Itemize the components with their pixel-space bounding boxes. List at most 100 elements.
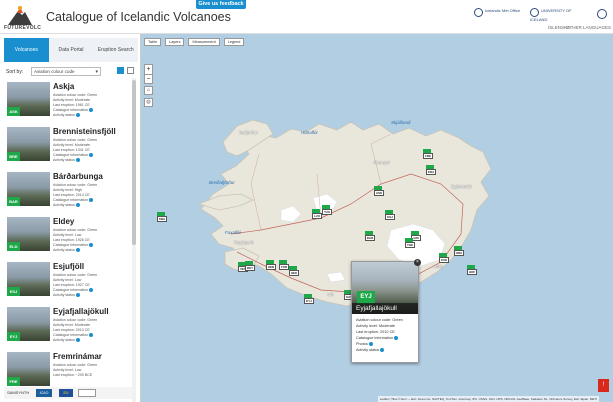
info-icon[interactable] xyxy=(89,153,94,158)
info-icon[interactable] xyxy=(75,203,80,208)
volcano-name[interactable]: Askja xyxy=(53,82,74,91)
volcano-thumbnail[interactable]: BRE xyxy=(7,127,50,161)
grid-view-icon[interactable] xyxy=(117,67,124,74)
volcano-info-link[interactable]: Catalogue information xyxy=(53,288,94,293)
volcano-info-link[interactable]: Activity status xyxy=(53,338,80,343)
info-icon[interactable] xyxy=(89,243,94,248)
locate-icon[interactable]: ◎ xyxy=(144,98,153,107)
popup-link-photos[interactable]: Photos xyxy=(356,342,373,346)
map-attribution[interactable]: Leaflet | Tiles © Esri — Esri, DeLorme, … xyxy=(377,396,599,402)
volcano-info-link[interactable]: Catalogue information xyxy=(53,198,94,203)
zoom-in-button[interactable]: + xyxy=(145,65,152,74)
volcano-info-link[interactable]: Activity status xyxy=(53,158,80,163)
volcano-thumbnail[interactable]: ELD xyxy=(7,217,50,251)
info-icon[interactable] xyxy=(89,333,94,338)
volcano-name[interactable]: Eyjafjallajökull xyxy=(53,307,109,316)
info-icon[interactable] xyxy=(394,336,399,340)
volcano-info-link[interactable]: Activity status xyxy=(53,203,80,208)
volcano-card[interactable]: FRE Fremrinámar Aviation colour code: Gree… xyxy=(4,348,131,388)
volcano-marker[interactable]: REY xyxy=(245,261,255,271)
place-label: Reykjavík xyxy=(234,240,254,245)
volcano-marker[interactable]: EYJ xyxy=(304,294,314,304)
info-icon[interactable] xyxy=(380,348,385,352)
info-icon[interactable] xyxy=(75,338,80,343)
volcano-info-link[interactable]: Catalogue information xyxy=(53,243,94,248)
volcano-marker[interactable]: ORA xyxy=(454,246,464,256)
info-icon[interactable] xyxy=(75,113,80,118)
info-icon[interactable] xyxy=(75,293,80,298)
tab-volcanoes[interactable]: Volcanoes xyxy=(4,38,49,62)
legend-tool-button[interactable]: Legend xyxy=(223,38,245,46)
volcano-marker[interactable]: FRE xyxy=(423,149,433,159)
info-icon[interactable] xyxy=(368,342,373,346)
volcano-detail-line: Activity level: Low xyxy=(53,278,82,282)
home-extent-icon[interactable]: ⌂ xyxy=(144,86,153,95)
volcano-marker[interactable]: KRA xyxy=(426,165,436,175)
report-icon[interactable]: ! xyxy=(598,379,609,392)
volcano-marker[interactable]: TOR xyxy=(279,260,289,270)
volcano-marker[interactable]: ESJ xyxy=(385,210,395,220)
volcano-name[interactable]: Fremrinámar xyxy=(53,352,102,361)
feedback-button[interactable]: Give us feedback xyxy=(196,0,246,9)
volcano-info-link[interactable]: Catalogue information xyxy=(53,108,94,113)
layers-tool-button[interactable]: Layers xyxy=(165,38,185,46)
volcano-card[interactable]: ASK Askja Aviation colour code: Green Activ… xyxy=(4,78,131,118)
volcano-card[interactable]: EYJ Eyjafjallajökull Aviation colour code:… xyxy=(4,303,131,343)
volcano-info-link[interactable]: Catalogue information xyxy=(53,333,94,338)
volcano-info-link[interactable]: Activity status xyxy=(53,293,80,298)
volcano-marker[interactable]: BAR xyxy=(365,231,375,241)
measurement-tool-button[interactable]: Measurement xyxy=(188,38,220,46)
volcano-marker[interactable]: SNA xyxy=(157,212,167,222)
volcano-thumbnail[interactable]: EYJ xyxy=(7,307,50,341)
volcano-name[interactable]: Eldey xyxy=(53,217,74,226)
tab-data-portal[interactable]: Data Portal xyxy=(48,38,94,62)
zoom-out-button[interactable]: − xyxy=(145,74,152,83)
volcano-thumbnail[interactable]: ASK xyxy=(7,82,50,116)
list-view-icon[interactable] xyxy=(127,67,134,74)
sort-select[interactable]: Aviation colour code xyxy=(31,67,101,76)
info-icon[interactable] xyxy=(89,108,94,113)
volcano-info-link[interactable]: Activity status xyxy=(53,113,80,118)
volcano-name[interactable]: Bárðarbunga xyxy=(53,172,103,181)
volcano-marker[interactable]: KVE xyxy=(439,253,449,263)
popup-link-status[interactable]: Activity status xyxy=(356,348,385,352)
other-languages-link[interactable]: OTHER LANGUAGES xyxy=(566,25,611,30)
volcano-marker[interactable]: HEN xyxy=(266,260,276,270)
volcano-card[interactable]: BRE Brennisteinsfjöll Aviation colour code… xyxy=(4,123,131,163)
map-view[interactable]: Table Layers Measurement Legend + − ⌂ ◎ … xyxy=(141,34,613,402)
volcano-code-badge: BRE xyxy=(7,152,20,161)
info-icon[interactable] xyxy=(75,248,80,253)
volcano-marker[interactable]: TJO xyxy=(322,205,332,215)
volcano-marker[interactable]: HEK xyxy=(289,266,299,276)
tab-eruption-search[interactable]: Eruption Search xyxy=(93,38,139,62)
volcano-marker[interactable]: LJO xyxy=(312,209,322,219)
volcano-card[interactable]: ESJ Esjufjöll Aviation colour code: Green A… xyxy=(4,258,131,298)
volcano-name[interactable]: Brennisteinsfjöll xyxy=(53,127,116,136)
volcano-detail-line: Activity level: Low xyxy=(53,233,82,237)
table-tool-button[interactable]: Table xyxy=(144,38,162,46)
partner-logo-university[interactable]: UNIVERSITY OF ICELAND xyxy=(530,8,590,22)
close-icon[interactable]: × xyxy=(414,259,421,266)
volcano-card[interactable]: BAR Bárðarbunga Aviation colour code: Gree… xyxy=(4,168,131,208)
volcano-marker[interactable]: THE xyxy=(405,238,415,248)
volcano-marker[interactable]: HOF xyxy=(467,265,477,275)
popup-link-catalogue[interactable]: Catalogue information xyxy=(356,336,399,340)
marker-code: KVE xyxy=(439,257,449,263)
info-icon[interactable] xyxy=(89,288,94,293)
volcano-thumbnail[interactable]: BAR xyxy=(7,172,50,206)
volcano-thumbnail[interactable]: FRE xyxy=(7,352,50,386)
list-scrollbar[interactable] xyxy=(132,78,136,402)
volcano-thumbnail[interactable]: ESJ xyxy=(7,262,50,296)
volcano-info-link[interactable]: Activity status xyxy=(53,248,80,253)
partner-emblem-icon[interactable] xyxy=(597,9,607,19)
volcano-logo-icon[interactable] xyxy=(6,5,34,27)
scrollbar-thumb[interactable] xyxy=(132,80,136,245)
page-title[interactable]: Catalogue of Icelandic Volcanoes xyxy=(46,10,231,24)
volcano-marker[interactable]: ASK xyxy=(374,186,384,196)
partner-logo-imo[interactable]: Icelandic Met Office xyxy=(474,8,524,22)
info-icon[interactable] xyxy=(89,198,94,203)
volcano-info-link[interactable]: Catalogue information xyxy=(53,153,94,158)
volcano-card[interactable]: ELD Eldey Aviation colour code: Green Activ… xyxy=(4,213,131,253)
info-icon[interactable] xyxy=(75,158,80,163)
volcano-name[interactable]: Esjufjöll xyxy=(53,262,84,271)
